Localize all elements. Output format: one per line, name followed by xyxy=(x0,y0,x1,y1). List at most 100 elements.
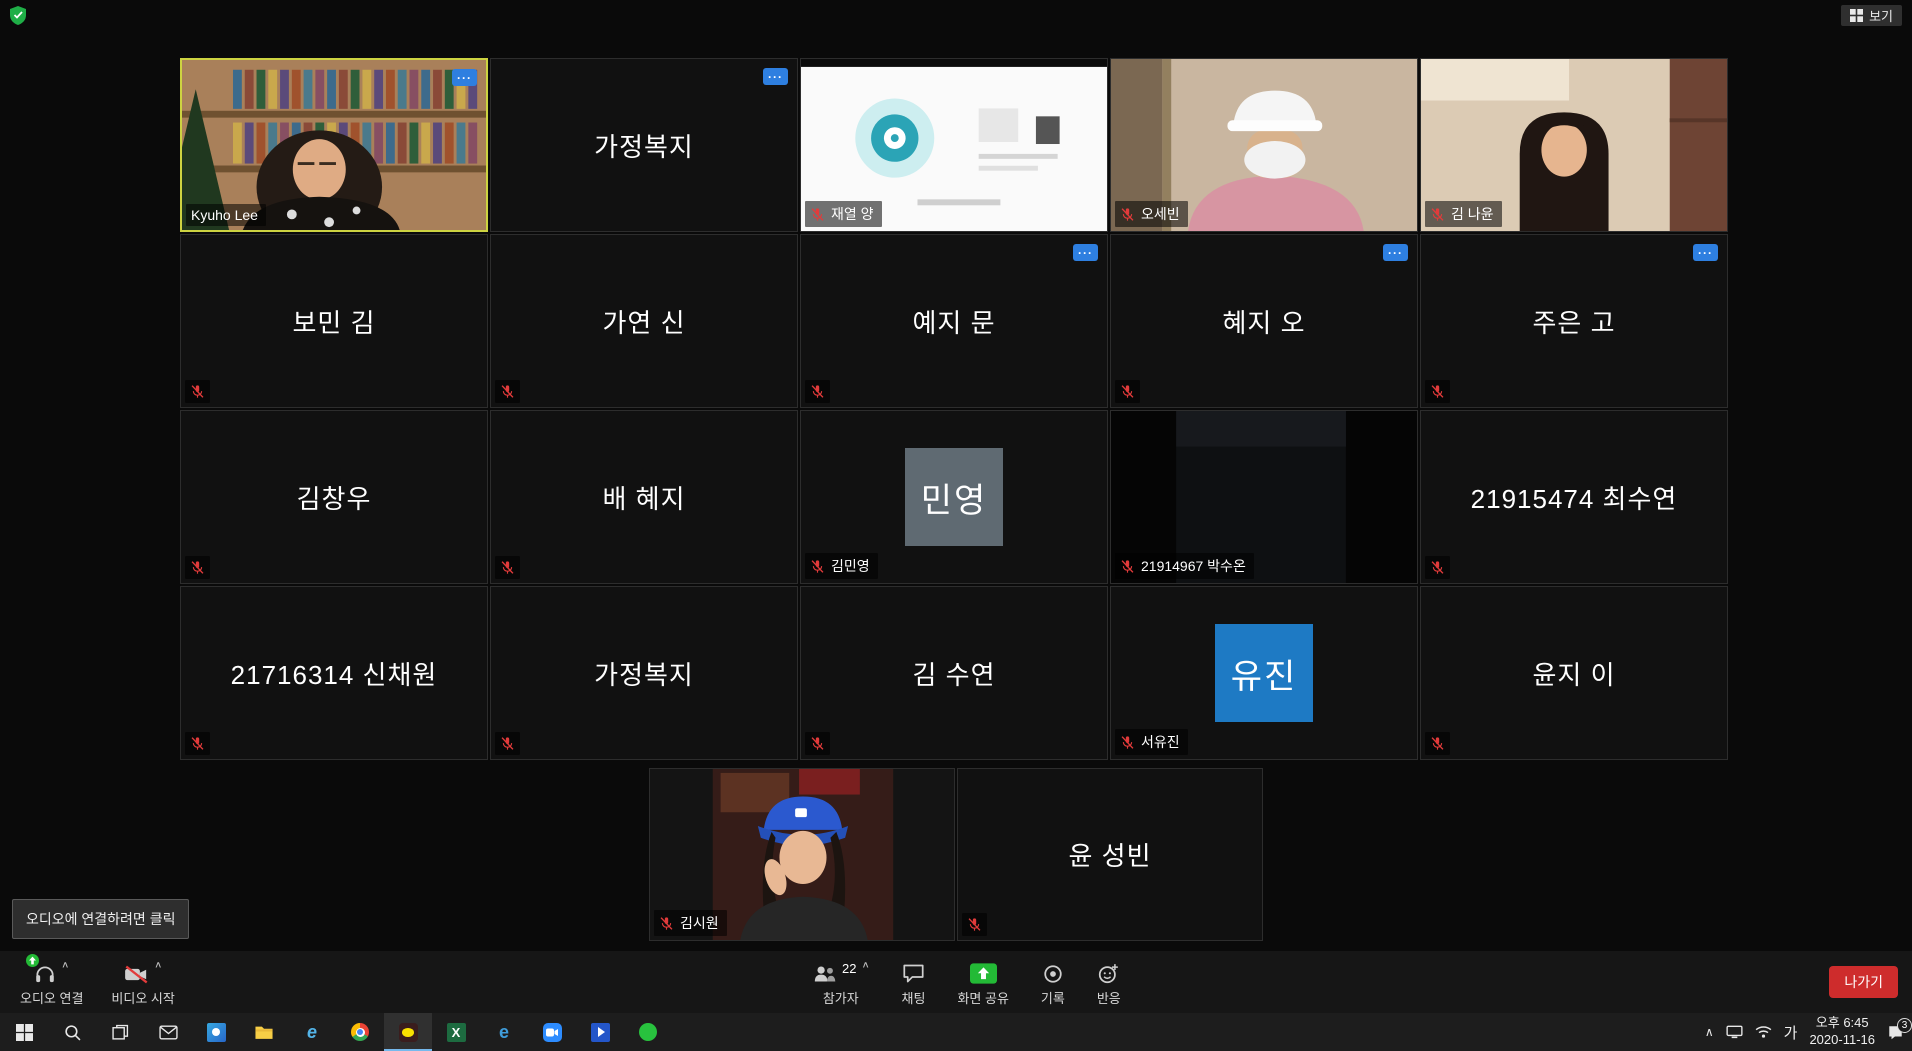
leave-button[interactable]: 나가기 xyxy=(1829,966,1898,998)
participant-tile[interactable]: 혜지 오··· xyxy=(1110,234,1418,408)
taskbar-clock[interactable]: 오후 6:45 2020-11-16 xyxy=(1809,1015,1875,1049)
tile-options-button[interactable]: ··· xyxy=(1693,244,1718,261)
muted-mic-icon xyxy=(810,207,825,222)
tile-options-button[interactable]: ··· xyxy=(1383,244,1408,261)
taskbar-app-photos[interactable] xyxy=(192,1013,240,1051)
taskbar-app-chrome[interactable] xyxy=(336,1013,384,1051)
participant-tile[interactable]: 21716314 신채원 xyxy=(180,586,488,760)
taskbar-app-zoom[interactable] xyxy=(528,1013,576,1051)
participants-caret[interactable]: ∧ xyxy=(861,959,869,969)
participant-label: 김 나윤 xyxy=(1425,201,1502,227)
participant-label: 서유진 xyxy=(1115,729,1188,755)
grid-view-icon xyxy=(1850,9,1863,22)
participants-label: 참가자 xyxy=(823,988,859,1007)
tile-options-button[interactable]: ··· xyxy=(763,68,788,85)
participant-tile[interactable]: 오세빈 xyxy=(1110,58,1418,232)
edge-icon: e xyxy=(499,1023,509,1041)
taskbar-app-kakaotalk[interactable] xyxy=(384,1013,432,1051)
participant-tile[interactable]: 김창우 xyxy=(180,410,488,584)
video-options-caret[interactable]: ∧ xyxy=(154,959,162,969)
tray-expand-caret[interactable]: ∧ xyxy=(1705,1025,1714,1039)
start-video-button[interactable]: ∧ 비디오 시작 xyxy=(99,954,186,1011)
participant-tile[interactable]: 재열 양 xyxy=(800,58,1108,232)
view-button-label: 보기 xyxy=(1869,6,1893,25)
muted-mic-icon xyxy=(659,916,674,931)
participant-label xyxy=(805,732,830,755)
participant-label-text: 김 나윤 xyxy=(1451,204,1494,224)
taskbar-app-task-view[interactable] xyxy=(96,1013,144,1051)
security-shield-icon[interactable] xyxy=(10,6,26,30)
action-center-button[interactable]: 3 xyxy=(1887,1025,1904,1040)
muted-mic-icon xyxy=(500,384,515,399)
participant-avatar: 유진 xyxy=(1215,624,1313,722)
audio-connect-arrow-icon xyxy=(26,954,39,972)
chat-button[interactable]: 채팅 xyxy=(890,954,938,1011)
taskbar-app-file-explorer[interactable] xyxy=(240,1013,288,1051)
participant-tile[interactable]: 예지 문··· xyxy=(800,234,1108,408)
participant-name: 윤지 이 xyxy=(1421,587,1727,759)
muted-mic-icon xyxy=(1120,207,1135,222)
search-icon xyxy=(64,1024,81,1041)
participants-button[interactable]: 22 ∧ 참가자 xyxy=(800,954,882,1011)
participant-label: 재열 양 xyxy=(805,201,882,227)
taskbar-app-mail[interactable] xyxy=(144,1013,192,1051)
participant-label xyxy=(185,732,210,755)
participant-tile[interactable]: 보민 김 xyxy=(180,234,488,408)
participant-label xyxy=(1425,556,1450,579)
participant-tile[interactable]: 민영김민영 xyxy=(800,410,1108,584)
participant-label xyxy=(805,380,830,403)
participant-name: 보민 김 xyxy=(181,235,487,407)
muted-mic-icon xyxy=(810,559,825,574)
tile-options-button[interactable]: ··· xyxy=(452,69,477,86)
participant-name: 김 수연 xyxy=(801,587,1107,759)
share-screen-button[interactable]: 화면 공유 xyxy=(945,954,1020,1011)
join-audio-button[interactable]: ∧ 오디오 연결 xyxy=(8,954,95,1011)
participant-tile[interactable]: 가정복지··· xyxy=(490,58,798,232)
gallery-grid-bottom-row: 김시원윤 성빈 xyxy=(649,768,1263,941)
chat-label: 채팅 xyxy=(902,988,926,1007)
participant-tile[interactable]: 윤 성빈 xyxy=(957,768,1263,941)
windows-taskbar: e Xe ∧ 가 오후 6:45 2020-11-16 3 xyxy=(0,1013,1912,1051)
taskbar-app-search[interactable] xyxy=(48,1013,96,1051)
taskbar-app-line-app[interactable] xyxy=(624,1013,672,1051)
participant-tile[interactable]: 21915474 최수연 xyxy=(1420,410,1728,584)
participant-tile[interactable]: ···Kyuho Lee xyxy=(180,58,488,232)
taskbar-app-start[interactable] xyxy=(0,1013,48,1051)
top-bar: 보기 xyxy=(0,0,1912,30)
network-icon[interactable] xyxy=(1755,1025,1772,1039)
participant-name: 윤 성빈 xyxy=(958,769,1262,940)
muted-mic-icon xyxy=(810,736,825,751)
record-button[interactable]: 기록 xyxy=(1029,954,1077,1011)
participant-label xyxy=(1425,732,1450,755)
participant-tile[interactable]: 김시원 xyxy=(649,768,955,941)
view-button[interactable]: 보기 xyxy=(1841,5,1902,26)
muted-mic-icon xyxy=(1120,735,1135,750)
participant-name: 가연 신 xyxy=(491,235,797,407)
participant-tile[interactable]: 유진서유진 xyxy=(1110,586,1418,760)
tile-options-button[interactable]: ··· xyxy=(1073,244,1098,261)
taskbar-app-edge[interactable]: e xyxy=(480,1013,528,1051)
participants-count: 22 xyxy=(842,961,856,976)
taskbar-app-movies-app[interactable] xyxy=(576,1013,624,1051)
muted-mic-icon xyxy=(190,560,205,575)
participant-tile[interactable]: 21914967 박수온 xyxy=(1110,410,1418,584)
participant-tile[interactable]: 윤지 이 xyxy=(1420,586,1728,760)
participant-tile[interactable]: 김 수연 xyxy=(800,586,1108,760)
audio-options-caret[interactable]: ∧ xyxy=(61,959,69,969)
toolbar-left-controls: ∧ 오디오 연결 ∧ 비디오 시작 xyxy=(0,954,187,1011)
display-icon[interactable] xyxy=(1726,1025,1743,1039)
participant-tile[interactable]: 가정복지 xyxy=(490,586,798,760)
line-app-icon xyxy=(639,1023,657,1041)
excel-icon: X xyxy=(447,1023,466,1042)
reactions-button[interactable]: 반응 xyxy=(1085,954,1133,1011)
participant-tile[interactable]: 김 나윤 xyxy=(1420,58,1728,232)
taskbar-app-internet-explorer[interactable]: e xyxy=(288,1013,336,1051)
participant-tile[interactable]: 배 혜지 xyxy=(490,410,798,584)
participant-tile[interactable]: 가연 신 xyxy=(490,234,798,408)
camera-off-icon xyxy=(124,965,149,984)
taskbar-app-excel[interactable]: X xyxy=(432,1013,480,1051)
ime-indicator[interactable]: 가 xyxy=(1784,1022,1798,1043)
participant-tile[interactable]: 주은 고··· xyxy=(1420,234,1728,408)
muted-mic-icon xyxy=(190,736,205,751)
windows-start-icon xyxy=(16,1024,33,1041)
